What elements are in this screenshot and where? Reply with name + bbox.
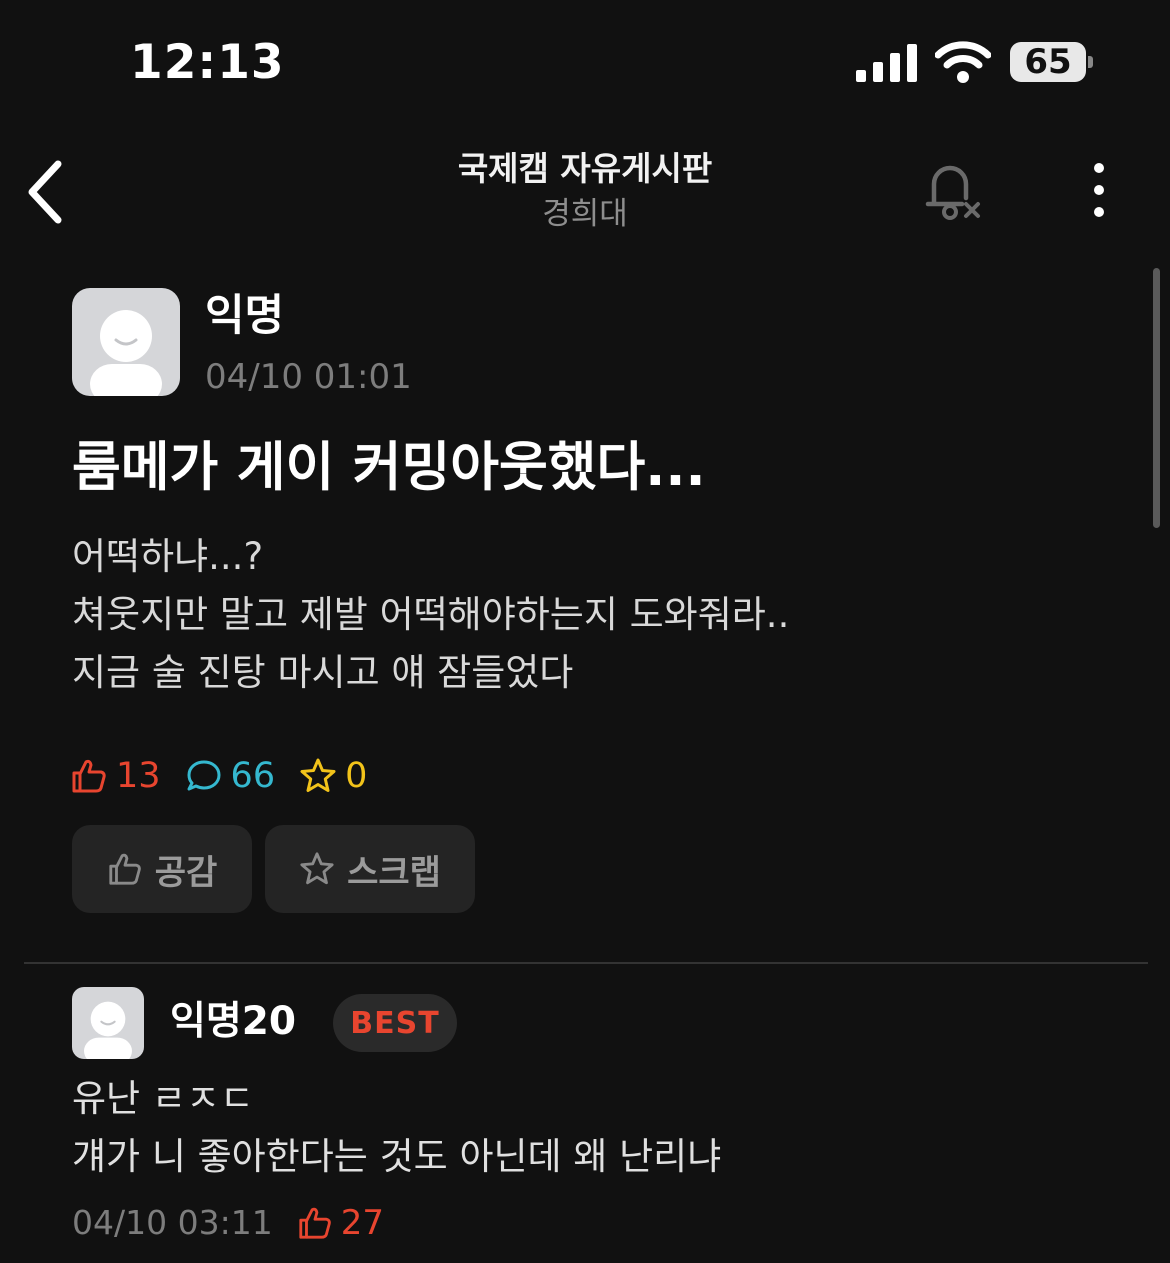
comment-date: 04/10 03:11 bbox=[72, 1203, 273, 1242]
default-avatar-icon bbox=[90, 310, 162, 396]
thumbs-up-icon bbox=[299, 1207, 331, 1239]
battery-nub bbox=[1088, 56, 1093, 68]
post-body-line: 쳐웃지만 말고 제발 어떡해야하는지 도와줘라.. bbox=[72, 593, 790, 636]
best-badge: BEST bbox=[333, 994, 457, 1052]
like-button-label: 공감 bbox=[154, 852, 218, 893]
post-body: 어떡하냐...? 쳐웃지만 말고 제발 어떡해야하는지 도와줘라.. 지금 술 … bbox=[72, 528, 1132, 702]
post-date: 04/10 01:01 bbox=[205, 357, 412, 397]
divider bbox=[24, 962, 1148, 964]
comment-count-value: 66 bbox=[230, 756, 276, 796]
bell-off-icon[interactable] bbox=[922, 158, 986, 224]
like-button[interactable]: 공감 bbox=[72, 825, 252, 913]
comment-like-value: 27 bbox=[340, 1203, 384, 1243]
status-time: 12:13 bbox=[130, 35, 285, 90]
like-count: 13 bbox=[70, 751, 161, 801]
board-subtitle: 경희대 bbox=[542, 196, 628, 232]
cellular-signal-icon bbox=[856, 44, 917, 82]
thumbs-up-icon bbox=[72, 759, 106, 793]
avatar bbox=[72, 288, 180, 396]
more-vertical-icon[interactable] bbox=[1084, 162, 1114, 218]
post-title: 룸메가 게이 커밍아웃했다... bbox=[72, 437, 706, 498]
comment-body: 유난 ㄹㅈㄷ 걔가 니 좋아한다는 것도 아닌데 왜 난리냐 bbox=[72, 1070, 1132, 1186]
comment-footer: 04/10 03:11 27 bbox=[72, 1196, 384, 1250]
scrap-count: 0 bbox=[299, 751, 367, 801]
scrap-button[interactable]: 스크랩 bbox=[265, 825, 475, 913]
scrollbar[interactable] bbox=[1153, 268, 1160, 528]
comment-like-count: 27 bbox=[297, 1198, 384, 1248]
board-title: 국제캠 자유게시판 bbox=[457, 149, 713, 188]
comment-count: 66 bbox=[185, 751, 276, 801]
post-author: 익명 bbox=[205, 291, 285, 341]
scrap-count-value: 0 bbox=[345, 756, 368, 796]
star-icon bbox=[300, 758, 336, 792]
default-avatar-icon bbox=[84, 1001, 132, 1059]
star-icon bbox=[300, 852, 334, 885]
comment-body-line: 유난 ㄹㅈㄷ bbox=[72, 1077, 254, 1120]
thumbs-up-icon bbox=[109, 853, 141, 885]
post-stats: 13 66 0 bbox=[70, 748, 391, 804]
scrap-button-label: 스크랩 bbox=[347, 852, 441, 893]
comment-author: 익명20 bbox=[170, 999, 297, 1044]
post-body-line: 지금 술 진탕 마시고 얘 잠들었다 bbox=[72, 651, 574, 694]
wifi-icon bbox=[935, 41, 991, 83]
like-count-value: 13 bbox=[116, 756, 161, 796]
comment-body-line: 걔가 니 좋아한다는 것도 아닌데 왜 난리냐 bbox=[72, 1135, 722, 1178]
post-body-line: 어떡하냐...? bbox=[72, 535, 264, 578]
battery-indicator: 65 bbox=[1010, 42, 1086, 82]
comment-bubble-icon bbox=[187, 760, 221, 791]
comment-avatar bbox=[72, 987, 144, 1059]
chevron-left-icon[interactable] bbox=[22, 158, 70, 226]
